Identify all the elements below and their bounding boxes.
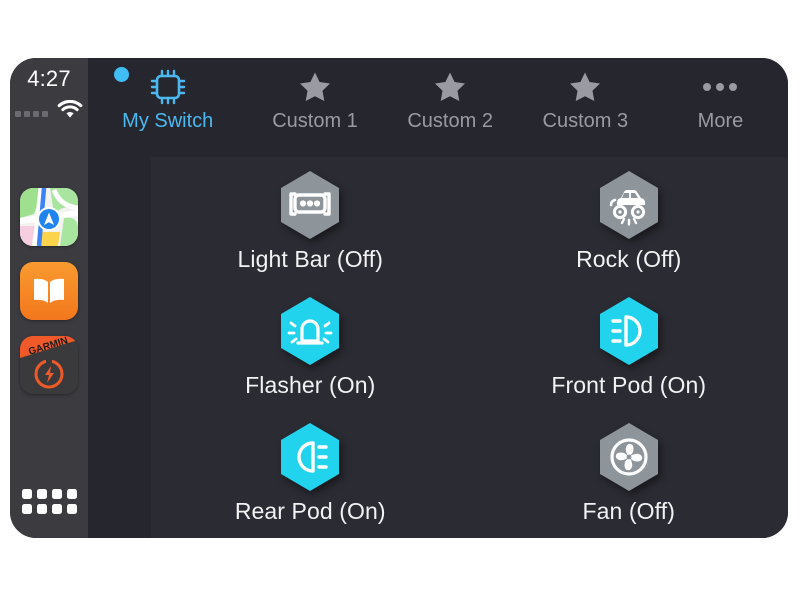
- rock-light-icon: [593, 169, 665, 241]
- carplay-screen: 4:27: [10, 58, 788, 538]
- status-bar: 4:27: [10, 58, 88, 121]
- star-icon: [247, 66, 382, 108]
- switch-tile-front-pod[interactable]: Front Pod (On): [470, 289, 789, 415]
- switch-grid: Light Bar (Off): [151, 157, 788, 538]
- switch-tile-rear-pod[interactable]: Rear Pod (On): [151, 415, 470, 538]
- wifi-icon: [57, 100, 83, 120]
- tab-custom-3[interactable]: Custom 3: [518, 66, 653, 133]
- switch-label: Light Bar (Off): [151, 246, 470, 273]
- light-bar-icon: [274, 169, 346, 241]
- signal-dots-icon: [15, 111, 48, 117]
- star-icon: [518, 66, 653, 108]
- front-pod-light-icon: [593, 295, 665, 367]
- switch-label: Rear Pod (On): [151, 498, 470, 525]
- tab-custom-1[interactable]: Custom 1: [247, 66, 382, 133]
- tab-label: Custom 2: [383, 110, 518, 133]
- switch-panel: Light Bar (Off): [151, 157, 788, 538]
- tab-custom-2[interactable]: Custom 2: [383, 66, 518, 133]
- switch-tile-flasher[interactable]: Flasher (On): [151, 289, 470, 415]
- book-icon: [29, 276, 69, 306]
- main-area: My Switch Custom 1 Custom 2: [88, 58, 788, 538]
- app-icon-maps[interactable]: [20, 188, 78, 246]
- sidebar: 4:27: [10, 58, 88, 538]
- switch-tile-light-bar[interactable]: Light Bar (Off): [151, 163, 470, 289]
- switch-label: Flasher (On): [151, 372, 470, 399]
- beacon-icon: [274, 295, 346, 367]
- ellipsis-icon: [653, 66, 788, 108]
- tab-label: Custom 1: [247, 110, 382, 133]
- switch-label: Rock (Off): [470, 246, 789, 273]
- switch-label: Front Pod (On): [470, 372, 789, 399]
- tab-more[interactable]: More: [653, 66, 788, 133]
- clock: 4:27: [10, 66, 88, 92]
- fan-icon: [593, 421, 665, 493]
- app-icon-garmin[interactable]: GARMIN: [20, 336, 78, 394]
- tab-label: More: [653, 110, 788, 133]
- switch-label: Fan (Off): [470, 498, 789, 525]
- rear-pod-light-icon: [274, 421, 346, 493]
- app-grid-button[interactable]: [21, 484, 77, 518]
- tab-label: My Switch: [88, 110, 247, 133]
- switch-tile-rock[interactable]: Rock (Off): [470, 163, 789, 289]
- sidebar-app-list: GARMIN: [10, 188, 88, 410]
- star-icon: [383, 66, 518, 108]
- status-indicators: [10, 99, 88, 121]
- chip-icon: [88, 66, 247, 108]
- tab-bar: My Switch Custom 1 Custom 2: [88, 58, 788, 156]
- notification-badge: [114, 67, 129, 82]
- switch-tile-fan[interactable]: Fan (Off): [470, 415, 789, 538]
- tab-label: Custom 3: [518, 110, 653, 133]
- app-icon-books[interactable]: [20, 262, 78, 320]
- tab-my-switch[interactable]: My Switch: [88, 66, 247, 133]
